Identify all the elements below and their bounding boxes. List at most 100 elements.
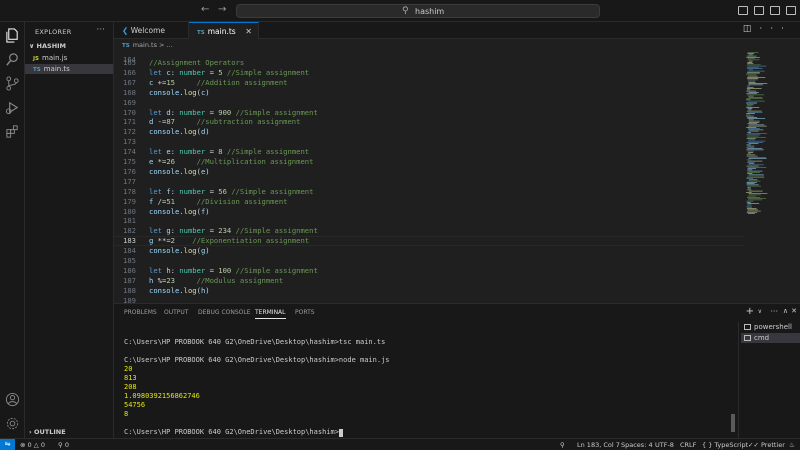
minimap-line — [748, 193, 768, 194]
chevron-up-icon[interactable]: ∧ — [783, 307, 788, 315]
breadcrumb-file[interactable]: main.ts — [133, 41, 157, 49]
close-panel-icon[interactable]: ✕ — [791, 307, 797, 315]
search-text: hashim — [415, 7, 445, 16]
run-debug-icon[interactable] — [5, 100, 20, 115]
notifications-icon[interactable]: ♨ — [789, 441, 795, 449]
breadcrumb-rest[interactable]: > ... — [159, 41, 173, 49]
customize-layout-icon[interactable] — [786, 6, 796, 15]
minimap-line — [748, 97, 763, 98]
minimap[interactable] — [744, 50, 800, 303]
account-icon[interactable] — [5, 392, 20, 407]
toggle-panel-icon[interactable] — [754, 6, 764, 15]
more-actions-icon[interactable]: ··· — [770, 307, 778, 316]
cursor-position[interactable]: Ln 183, Col 7 — [577, 441, 620, 449]
minimap-line — [748, 54, 753, 56]
problems-status[interactable]: ⊗ 0 △ 0 — [20, 441, 45, 449]
minimap-line — [748, 129, 764, 131]
forward-arrow-icon[interactable]: → — [218, 4, 226, 15]
code-line: 176 console.log(e) — [114, 167, 744, 177]
braces-icon: { } — [702, 441, 713, 449]
split-editor-icon[interactable]: ◫ — [743, 24, 760, 34]
bottom-panel: PROBLEMS OUTPUT DEBUG CONSOLE TERMINAL P… — [114, 303, 800, 439]
minimap-line — [746, 55, 757, 57]
minimap-line — [748, 83, 768, 84]
minimap-line — [746, 183, 755, 184]
minimap-line — [746, 105, 752, 107]
minimap-line — [748, 194, 761, 196]
tab-main-ts[interactable]: TS main.ts ✕ — [189, 22, 259, 39]
code-text: console.log(e) — [149, 166, 210, 176]
code-text: f /=51 //Division assignment — [149, 196, 288, 206]
terminal-cursor — [338, 429, 343, 437]
minimap-line — [747, 63, 754, 64]
tab-debug-console[interactable]: DEBUG CONSOLE — [198, 309, 251, 316]
new-terminal-icon[interactable]: + — [746, 306, 754, 317]
tab-output[interactable]: OUTPUT — [164, 309, 188, 316]
minimap-line — [747, 167, 767, 168]
line-number: 188 — [123, 285, 136, 295]
code-text: e *=26 //Multiplication assignment — [149, 157, 314, 166]
terminal-scrollbar[interactable] — [731, 414, 735, 432]
encoding[interactable]: UTF-8 — [655, 441, 674, 449]
minimap-line — [746, 104, 754, 106]
minimap-line — [748, 122, 760, 123]
minimap-line — [748, 92, 759, 93]
terminal-output-line: 20 — [124, 365, 133, 373]
language-mode[interactable]: { } TypeScript — [702, 441, 748, 449]
chevron-right-icon: › — [29, 428, 32, 436]
tab-terminal[interactable]: TERMINAL — [255, 309, 286, 319]
file-main-js[interactable]: JS main.js — [25, 53, 113, 63]
minimap-line — [747, 162, 755, 163]
indentation[interactable]: Spaces: 4 — [621, 441, 653, 449]
more-actions-icon[interactable]: ··· — [759, 24, 792, 34]
zoom-icon[interactable]: ⚲ — [560, 441, 565, 449]
minimap-line — [746, 189, 752, 191]
tab-welcome[interactable]: ❮ Welcome — [114, 22, 189, 39]
minimap-line — [747, 117, 758, 118]
folder-hashim[interactable]: ∨ HASHIM — [29, 42, 66, 50]
minimap-line — [748, 163, 755, 164]
source-control-icon[interactable] — [5, 76, 20, 91]
command-center-search[interactable]: ⚲ hashim — [236, 4, 600, 18]
line-ending[interactable]: CRLF — [680, 441, 696, 449]
explorer-icon[interactable] — [5, 28, 20, 43]
minimap-line — [747, 177, 765, 178]
minimap-line — [747, 188, 751, 189]
minimap-line — [747, 118, 766, 119]
folder-name: HASHIM — [36, 42, 67, 50]
search-icon[interactable] — [5, 52, 20, 67]
line-number: 172 — [123, 127, 136, 137]
outline-section[interactable]: › OUTLINE — [29, 428, 66, 436]
typescript-file-icon: TS — [33, 67, 41, 73]
more-actions-icon[interactable]: ··· — [96, 25, 105, 35]
close-tab-icon[interactable]: ✕ — [245, 23, 252, 40]
terminal-item-cmd[interactable]: cmd — [741, 333, 800, 343]
minimap-line — [746, 212, 758, 213]
minimap-line — [748, 60, 753, 62]
toggle-secondary-sidebar-icon[interactable] — [770, 6, 780, 15]
code-editor[interactable]: 164 165 //Assignment Operators 166 let c: n… — [114, 50, 744, 303]
back-arrow-icon[interactable]: ← — [201, 4, 209, 15]
code-text: let f: number = 56 //Simple assignment — [149, 186, 314, 196]
editor-tab-bar: ❮ Welcome TS main.ts ✕ ◫··· — [114, 22, 800, 39]
minimap-line — [747, 140, 766, 142]
tab-problems[interactable]: PROBLEMS — [124, 309, 157, 316]
file-main-ts[interactable]: TS main.ts — [25, 64, 113, 74]
minimap-line — [747, 145, 755, 147]
tab-ports[interactable]: PORTS — [295, 309, 315, 316]
minimap-line — [747, 150, 754, 152]
prettier-status[interactable]: ✓✓ Prettier — [748, 441, 785, 449]
remote-icon[interactable]: ⇋ — [0, 439, 15, 450]
minimap-line — [746, 102, 758, 103]
minimap-line — [747, 108, 753, 109]
minimap-line — [747, 72, 760, 73]
toggle-sidebar-icon[interactable] — [738, 6, 748, 15]
line-number: 181 — [123, 216, 136, 226]
chevron-down-icon[interactable]: ∨ — [758, 308, 762, 315]
gear-icon[interactable] — [5, 416, 20, 431]
minimap-line — [746, 149, 764, 151]
code-text: let d: number = 900 //Simple assignment — [149, 107, 318, 117]
extensions-icon[interactable] — [5, 124, 20, 139]
ports-status[interactable]: ⚲ 0 — [58, 441, 69, 449]
terminal-item-powershell[interactable]: powershell — [741, 322, 800, 332]
